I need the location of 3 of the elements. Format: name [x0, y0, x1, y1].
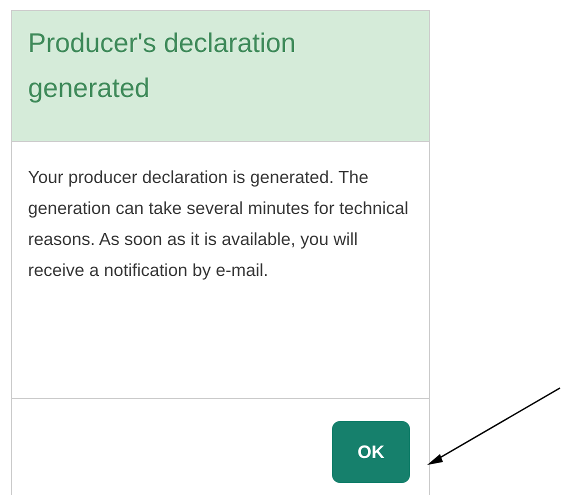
- dialog-message: Your producer declaration is generated. The generation can take several minutes for technical reasons. As soon as it is available, you will receive a notification by e-mail.: [28, 166, 410, 282]
- ok-button[interactable]: OK: [332, 421, 410, 483]
- dialog-title: Producer's declaration generated: [28, 27, 297, 105]
